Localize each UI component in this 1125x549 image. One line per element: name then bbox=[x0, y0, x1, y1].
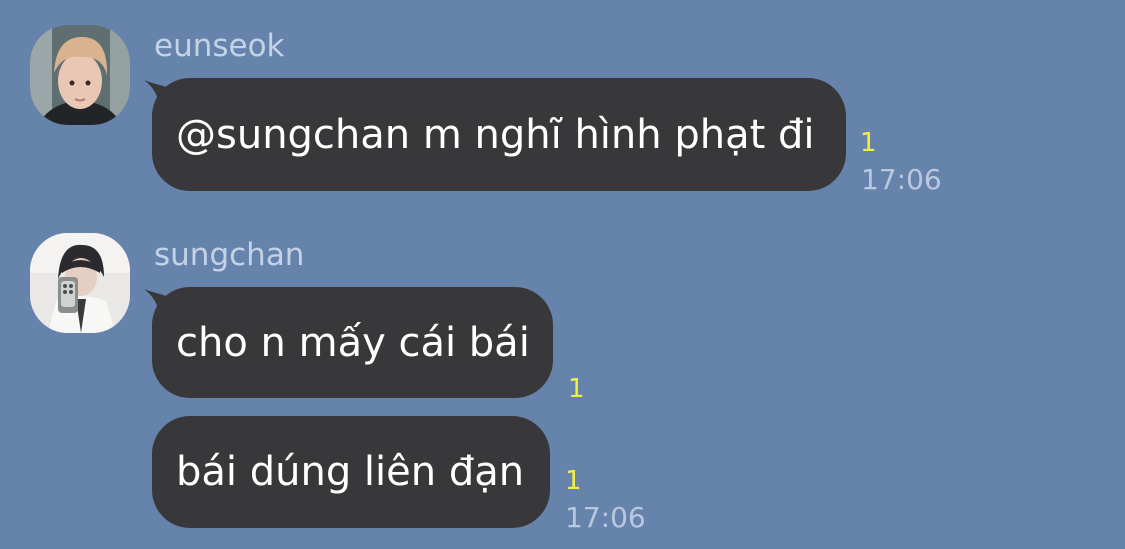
message-bubble[interactable]: @sungchan m nghĩ hình phạt đi bbox=[152, 78, 846, 191]
chat-thread: eunseok @sungchan m nghĩ hình phạt đi 1 … bbox=[0, 0, 1125, 549]
message-timestamp: 17:06 bbox=[861, 163, 942, 196]
message-text: bái dúng liên đạn bbox=[176, 449, 525, 495]
avatar-eunseok[interactable] bbox=[30, 25, 130, 125]
message-timestamp: 17:06 bbox=[565, 501, 646, 534]
unread-count: 1 bbox=[565, 466, 582, 496]
message-text: @sungchan m nghĩ hình phạt đi bbox=[176, 111, 815, 158]
sender-name: eunseok bbox=[154, 28, 285, 64]
unread-count: 1 bbox=[860, 128, 877, 158]
message-bubble[interactable]: cho n mấy cái bái bbox=[152, 287, 553, 398]
sender-name: sungchan bbox=[154, 237, 305, 273]
message-bubble[interactable]: bái dúng liên đạn bbox=[152, 416, 550, 528]
unread-count: 1 bbox=[568, 374, 585, 404]
message-text: cho n mấy cái bái bbox=[176, 319, 530, 366]
avatar-sungchan[interactable] bbox=[30, 233, 130, 333]
